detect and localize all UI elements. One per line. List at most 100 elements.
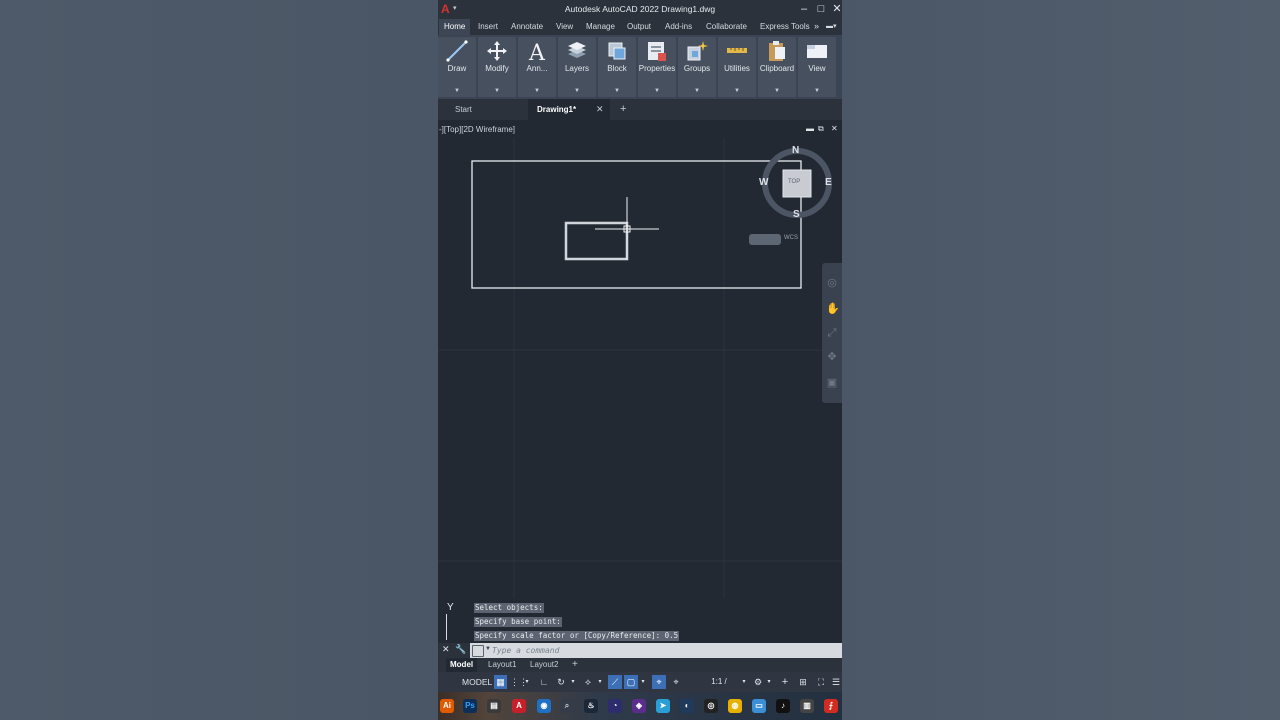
chevron-down-icon[interactable]: ▾ (595, 675, 605, 689)
recent-commands-icon[interactable] (472, 645, 484, 657)
steam-icon[interactable]: ♨ (584, 699, 598, 713)
ortho-icon[interactable]: ∟ (538, 675, 550, 689)
chevron-down-icon[interactable]: ▼ (758, 88, 796, 94)
panel-modify[interactable]: Modify ▼ (478, 37, 516, 97)
photoshop-icon[interactable]: Ps (463, 699, 477, 713)
telegram-icon[interactable]: ➤ (656, 699, 670, 713)
chevron-down-icon[interactable]: ▾ (740, 675, 748, 689)
minimize-button[interactable]: – (797, 2, 811, 16)
tab-model[interactable]: Model (446, 658, 478, 672)
panel-properties[interactable]: Properties ▼ (638, 37, 676, 97)
showmotion-icon[interactable]: ▣ (826, 377, 838, 389)
close-command-line-icon[interactable]: ✕ (442, 644, 450, 655)
grid-icon[interactable]: ▦ (494, 675, 507, 689)
annotation-scale[interactable]: 1:1 / 100% (700, 675, 738, 700)
acrobat-icon[interactable]: ⨍ (824, 699, 838, 713)
command-input[interactable] (492, 644, 832, 657)
app-icon[interactable]: ▭ (752, 699, 766, 713)
add-icon[interactable]: + (778, 675, 792, 689)
viewport-minimize-icon[interactable]: ▬ (806, 124, 814, 133)
close-window-button[interactable]: ✕ (830, 2, 842, 16)
fullscreen-icon[interactable]: ⛶ (814, 675, 828, 689)
compass-west-label[interactable]: W (759, 177, 768, 188)
search-icon[interactable]: ⌕ (560, 699, 574, 713)
new-layout-button[interactable]: + (572, 658, 578, 672)
chevron-down-icon[interactable]: ▼ (558, 88, 596, 94)
app-icon[interactable]: ◎ (704, 699, 718, 713)
app-icon[interactable]: ◔ (608, 699, 622, 713)
chevron-down-icon[interactable]: ▾ (568, 675, 578, 689)
tab-insert[interactable]: Insert (478, 22, 498, 31)
panel-view[interactable]: View ▼ (798, 37, 836, 97)
chevron-down-icon[interactable]: ▾ (638, 675, 648, 689)
chevron-down-icon[interactable]: ▼ (718, 88, 756, 94)
tab-manage[interactable]: Manage (586, 22, 615, 31)
customization-menu-icon[interactable]: ☰ (830, 675, 842, 689)
chevron-down-icon[interactable]: ▾ (522, 675, 532, 689)
ribbon-options-icon[interactable]: ▬▾ (826, 22, 837, 30)
app-icon[interactable]: ◈ (632, 699, 646, 713)
gear-icon[interactable]: ⚙ (751, 675, 765, 689)
browser-icon[interactable]: ◉ (537, 699, 551, 713)
annotation-visibility-icon[interactable]: ⌖ (652, 675, 666, 689)
illustrator-icon[interactable]: Ai (440, 699, 454, 713)
viewport-restore-icon[interactable]: ⧉ (818, 124, 824, 134)
compass-east-label[interactable]: E (825, 177, 832, 188)
viewcube-top-face[interactable]: TOP (788, 179, 800, 185)
tab-start[interactable]: Start (438, 99, 528, 120)
app-icon[interactable]: ◐ (680, 699, 694, 713)
chevron-down-icon[interactable]: ▼ (485, 646, 491, 652)
tab-add-ins[interactable]: Add-ins (665, 22, 692, 31)
viewport-label[interactable]: -][Top][2D Wireframe] (439, 125, 515, 134)
customize-wrench-icon[interactable]: 🔧 (455, 644, 466, 655)
polar-tracking-icon[interactable]: ↻ (554, 675, 568, 689)
steering-wheel-icon[interactable]: ◎ (826, 277, 838, 289)
app-icon[interactable]: ▥ (800, 699, 814, 713)
tab-express-tools[interactable]: Express Tools (760, 22, 810, 31)
chevron-down-icon[interactable]: ▼ (598, 88, 636, 94)
chevron-down-icon[interactable]: ▼ (478, 88, 516, 94)
close-tab-icon[interactable]: ✕ (596, 99, 604, 120)
panel-clipboard[interactable]: Clipboard ▼ (758, 37, 796, 97)
object-snap-tracking-icon[interactable]: ⟋ (608, 675, 622, 689)
more-tabs-icon[interactable]: » (814, 21, 819, 31)
pan-icon[interactable]: ✋ (826, 303, 840, 315)
viewport-close-icon[interactable]: ✕ (831, 124, 838, 133)
autocad-taskbar-icon[interactable]: A (512, 699, 526, 713)
panel-groups[interactable]: Groups ▼ (678, 37, 716, 97)
compass-north-label[interactable]: N (792, 145, 799, 156)
object-snap-icon[interactable]: ▢ (624, 675, 638, 689)
tab-collaborate[interactable]: Collaborate (706, 22, 747, 31)
chrome-icon[interactable]: ◍ (728, 699, 742, 713)
tab-output[interactable]: Output (627, 22, 651, 31)
panel-block[interactable]: Block ▼ (598, 37, 636, 97)
zoom-extents-icon[interactable]: ⤢ (826, 327, 838, 339)
viewcube[interactable] (749, 148, 832, 245)
ucs-wcs-menu[interactable]: WCS (784, 235, 798, 241)
chevron-down-icon[interactable]: ▼ (678, 88, 716, 94)
new-tab-button[interactable]: + (620, 99, 626, 120)
tab-home[interactable]: Home (439, 19, 471, 35)
chevron-down-icon[interactable]: ▼ (518, 88, 556, 94)
outer-rectangle[interactable] (471, 160, 802, 289)
files-icon[interactable]: ▤ (487, 699, 501, 713)
isodraft-icon[interactable]: ⟡ (582, 675, 594, 689)
panel-annotation[interactable]: A Ann... ▼ (518, 37, 556, 97)
maximize-button[interactable]: □ (814, 2, 828, 16)
panel-layers[interactable]: Layers ▼ (558, 37, 596, 97)
panel-utilities[interactable]: Utilities ▼ (718, 37, 756, 97)
scaled-rectangle[interactable] (564, 221, 629, 261)
compass-south-label[interactable]: S (793, 209, 800, 220)
chevron-down-icon[interactable]: ▾ (765, 675, 773, 689)
model-space-toggle[interactable]: MODEL (462, 675, 492, 689)
chevron-down-icon[interactable]: ▼ (638, 88, 676, 94)
panel-draw[interactable]: Draw ▼ (438, 37, 476, 97)
tiktok-icon[interactable]: ♪ (776, 699, 790, 713)
tab-view[interactable]: View (556, 22, 573, 31)
isolate-objects-icon[interactable]: ⊞ (796, 675, 810, 689)
auto-scale-icon[interactable]: ⌖ (669, 675, 683, 689)
chevron-down-icon[interactable]: ▼ (438, 88, 476, 94)
tab-annotate[interactable]: Annotate (511, 22, 543, 31)
tab-layout1[interactable]: Layout1 (488, 658, 516, 672)
chevron-down-icon[interactable]: ▼ (798, 88, 836, 94)
